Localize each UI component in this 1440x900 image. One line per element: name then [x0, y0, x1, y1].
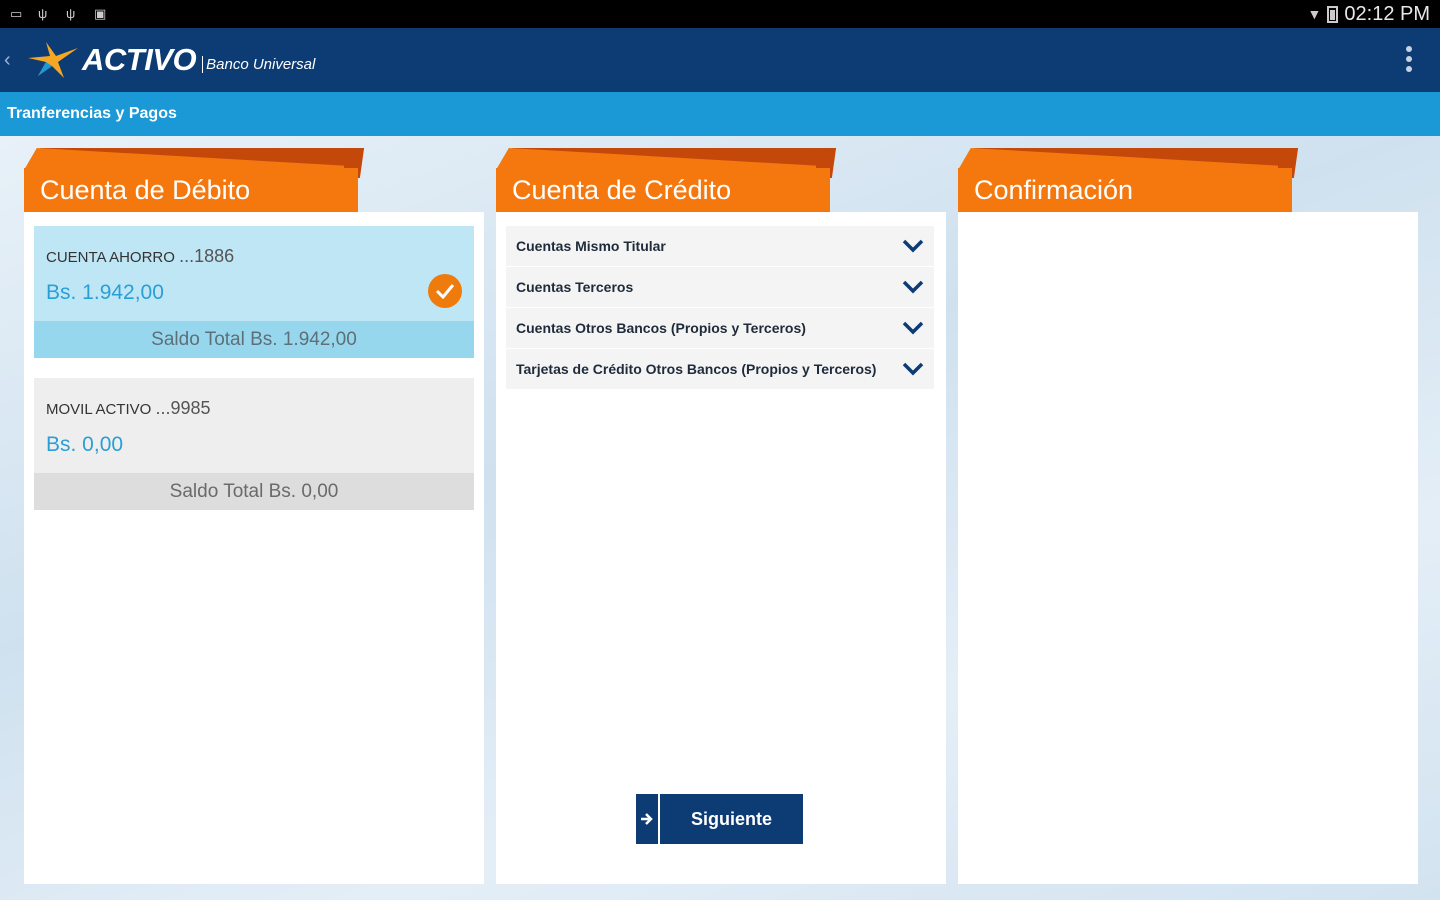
- chevron-down-icon: [902, 239, 924, 253]
- account-total: Saldo Total Bs. 0,00: [34, 473, 474, 510]
- account-name: MOVIL ACTIVO: [46, 401, 152, 418]
- credit-option-label: Cuentas Otros Bancos (Propios y Terceros…: [516, 320, 806, 336]
- credit-option-other-banks[interactable]: Cuentas Otros Bancos (Propios y Terceros…: [506, 308, 934, 348]
- debit-column-header: Cuenta de Débito: [24, 148, 365, 212]
- star-logo-icon: [28, 42, 78, 78]
- status-bar: ▭ ψ ψ ▣ ▼ 02:12 PM: [0, 0, 1440, 28]
- credit-option-label: Tarjetas de Crédito Otros Bancos (Propio…: [516, 361, 877, 377]
- credit-option-third-party[interactable]: Cuentas Terceros: [506, 267, 934, 307]
- app-header: ‹ ACTIVO Banco Universal: [0, 28, 1440, 92]
- credit-option-label: Cuentas Mismo Titular: [516, 238, 666, 254]
- overflow-menu-icon[interactable]: [1406, 46, 1412, 72]
- arrow-right-icon: [636, 794, 660, 844]
- brand-logo: ACTIVO Banco Universal: [24, 38, 315, 82]
- account-total: Saldo Total Bs. 1.942,00: [34, 321, 474, 358]
- account-name: CUENTA AHORRO: [46, 249, 175, 266]
- account-number: ...9985: [155, 398, 211, 418]
- account-card[interactable]: MOVIL ACTIVO ...9985 Bs. 0,00 Saldo Tota…: [34, 378, 474, 510]
- wifi-icon: ▼: [1307, 6, 1322, 22]
- account-label: MOVIL ACTIVO ...9985: [46, 398, 462, 419]
- usb-debug-icon: ψ: [66, 6, 76, 21]
- credit-option-credit-cards[interactable]: Tarjetas de Crédito Otros Bancos (Propio…: [506, 349, 934, 389]
- next-button-label: Siguiente: [690, 808, 772, 829]
- credit-options-list: Cuentas Mismo Titular Cuentas Terceros C…: [506, 226, 934, 390]
- confirmation-panel: [958, 212, 1418, 884]
- battery-icon: [1327, 5, 1339, 23]
- selected-check-icon: [428, 274, 462, 308]
- credit-panel: Cuentas Mismo Titular Cuentas Terceros C…: [496, 212, 946, 884]
- breadcrumb-label: Tranferencias y Pagos: [7, 105, 177, 122]
- account-balance: Bs. 0,00: [46, 433, 124, 456]
- confirmation-column-title: Confirmación: [974, 174, 1134, 205]
- chevron-down-icon: [902, 362, 924, 376]
- chevron-down-icon: [902, 321, 924, 335]
- status-time: 02:12 PM: [1344, 2, 1430, 25]
- next-button[interactable]: Siguiente: [636, 794, 803, 844]
- chevron-down-icon: [902, 280, 924, 294]
- credit-option-same-holder[interactable]: Cuentas Mismo Titular: [506, 226, 934, 266]
- debit-panel: CUENTA AHORRO ...1886 Bs. 1.942,00 Saldo…: [24, 212, 484, 884]
- gallery-icon: ▣: [94, 6, 107, 21]
- account-label: CUENTA AHORRO ...1886: [46, 246, 462, 267]
- account-number: ...1886: [179, 246, 235, 266]
- breadcrumb: Tranferencias y Pagos: [0, 92, 1440, 136]
- credit-column-title: Cuenta de Crédito: [512, 174, 732, 205]
- credit-column-header: Cuenta de Crédito: [496, 148, 837, 212]
- brand-subtitle: Banco Universal: [202, 55, 315, 73]
- notification-icons: ▭ ψ ψ ▣: [10, 7, 110, 21]
- confirmation-column-header: Confirmación: [958, 148, 1299, 212]
- credit-option-label: Cuentas Terceros: [516, 279, 634, 295]
- brand-name: ACTIVO: [82, 42, 197, 77]
- back-chevron-icon[interactable]: ‹: [4, 49, 20, 72]
- account-card[interactable]: CUENTA AHORRO ...1886 Bs. 1.942,00 Saldo…: [34, 226, 474, 358]
- usb-icon: ψ: [38, 6, 48, 21]
- account-balance: Bs. 1.942,00: [46, 281, 164, 304]
- debit-column-title: Cuenta de Débito: [40, 174, 251, 205]
- screenshot-icon: ▭: [10, 6, 23, 21]
